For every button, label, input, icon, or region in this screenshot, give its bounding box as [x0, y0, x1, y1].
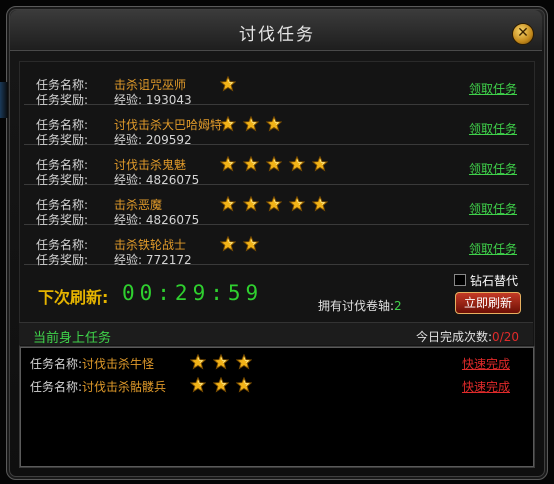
star-icon [266, 116, 282, 132]
exp-value: 4826075 [145, 173, 200, 187]
accept-task-link[interactable]: 领取任务 [469, 240, 517, 257]
task-row: 任务名称: 任务奖励: 击杀恶魔 经验: 4826075 领取任务 [24, 186, 529, 227]
task-row: 任务名称: 任务奖励: 讨伐击杀大巴哈姆特 经验: 209592 领取任务 [24, 106, 529, 147]
exp-value: 772172 [145, 253, 192, 267]
today-done-count: 0 [492, 330, 500, 344]
task-row: 任务名称: 任务奖励: 击杀铁轮战士 经验: 772172 领取任务 [24, 226, 529, 268]
difficulty-stars [190, 354, 259, 373]
quick-complete-link[interactable]: 快速完成 [462, 378, 510, 395]
star-icon [243, 196, 259, 212]
next-refresh-label: 下次刷新: [38, 288, 109, 307]
star-icon [190, 377, 206, 393]
accept-task-link[interactable]: 领取任务 [469, 120, 517, 137]
difficulty-stars [220, 116, 289, 132]
today-label: 今日完成次数: [416, 330, 493, 344]
difficulty-stars [220, 236, 266, 252]
task-reward: 经验: 772172 [114, 251, 192, 268]
exp-prefix: 经验: [114, 213, 143, 227]
star-icon [220, 236, 236, 252]
owned-scrolls-count: 2 [394, 299, 402, 313]
star-icon [220, 196, 236, 212]
refresh-timer: 00:29:59 [122, 281, 264, 305]
current-task-row: 任务名称: 讨伐击杀牛怪 快速完成 [30, 354, 510, 373]
background-edge [0, 82, 8, 118]
star-icon [312, 196, 328, 212]
current-task-row: 任务名称: 讨伐击杀骷髅兵 快速完成 [30, 377, 510, 396]
task-reward-label: 任务奖励: [36, 253, 89, 267]
difficulty-stars [220, 196, 335, 212]
star-icon [220, 76, 236, 92]
star-icon [243, 236, 259, 252]
exp-value: 209592 [145, 133, 192, 147]
task-row: 任务名称: 任务奖励: 击杀诅咒巫师 经验: 193043 领取任务 [24, 66, 529, 107]
difficulty-stars [220, 156, 335, 172]
today-completions: 今日完成次数:0/20 [416, 328, 519, 345]
accept-task-link[interactable]: 领取任务 [469, 80, 517, 97]
current-task-name: 讨伐击杀牛怪 [82, 357, 155, 371]
difficulty-stars [220, 76, 243, 92]
star-icon [243, 156, 259, 172]
exp-value: 193043 [145, 93, 192, 107]
star-icon [289, 196, 305, 212]
star-icon [236, 354, 252, 370]
exp-prefix: 经验: [114, 93, 143, 107]
star-icon [266, 196, 282, 212]
exp-prefix: 经验: [114, 133, 143, 147]
current-tasks-title: 当前身上任务 [33, 331, 112, 346]
today-total-count: /20 [499, 330, 519, 344]
star-icon [190, 354, 206, 370]
task-row: 任务名称: 任务奖励: 讨伐击杀鬼魅 经验: 4826075 领取任务 [24, 146, 529, 187]
star-icon [213, 377, 229, 393]
exp-prefix: 经验: [114, 173, 143, 187]
quick-complete-link[interactable]: 快速完成 [462, 355, 510, 372]
owned-scrolls-label: 拥有讨伐卷轴: [318, 299, 395, 313]
exp-prefix: 经验: [114, 253, 143, 267]
current-tasks-header: 当前身上任务 今日完成次数:0/20 [19, 322, 533, 346]
star-icon [236, 377, 252, 393]
star-icon [213, 354, 229, 370]
window-title: 讨伐任务 [239, 25, 315, 45]
current-task-name: 讨伐击杀骷髅兵 [82, 380, 167, 394]
star-icon [220, 116, 236, 132]
current-task-label: 任务名称: [30, 357, 83, 371]
diamond-checkbox[interactable] [454, 274, 466, 286]
star-icon [289, 156, 305, 172]
close-icon[interactable]: ✕ [512, 23, 534, 45]
current-task-label: 任务名称: [30, 380, 83, 394]
accept-task-link[interactable]: 领取任务 [469, 200, 517, 217]
difficulty-stars [190, 377, 259, 396]
star-icon [312, 156, 328, 172]
exp-value: 4826075 [145, 213, 200, 227]
owned-scrolls: 拥有讨伐卷轴:2 [318, 297, 402, 314]
diamond-substitute-option[interactable]: 钻石替代 [454, 272, 518, 289]
refresh-now-button[interactable]: 立即刷新 [455, 292, 521, 314]
accept-task-link[interactable]: 领取任务 [469, 160, 517, 177]
star-icon [220, 156, 236, 172]
diamond-label: 钻石替代 [470, 274, 519, 288]
star-icon [243, 116, 259, 132]
star-icon [266, 156, 282, 172]
